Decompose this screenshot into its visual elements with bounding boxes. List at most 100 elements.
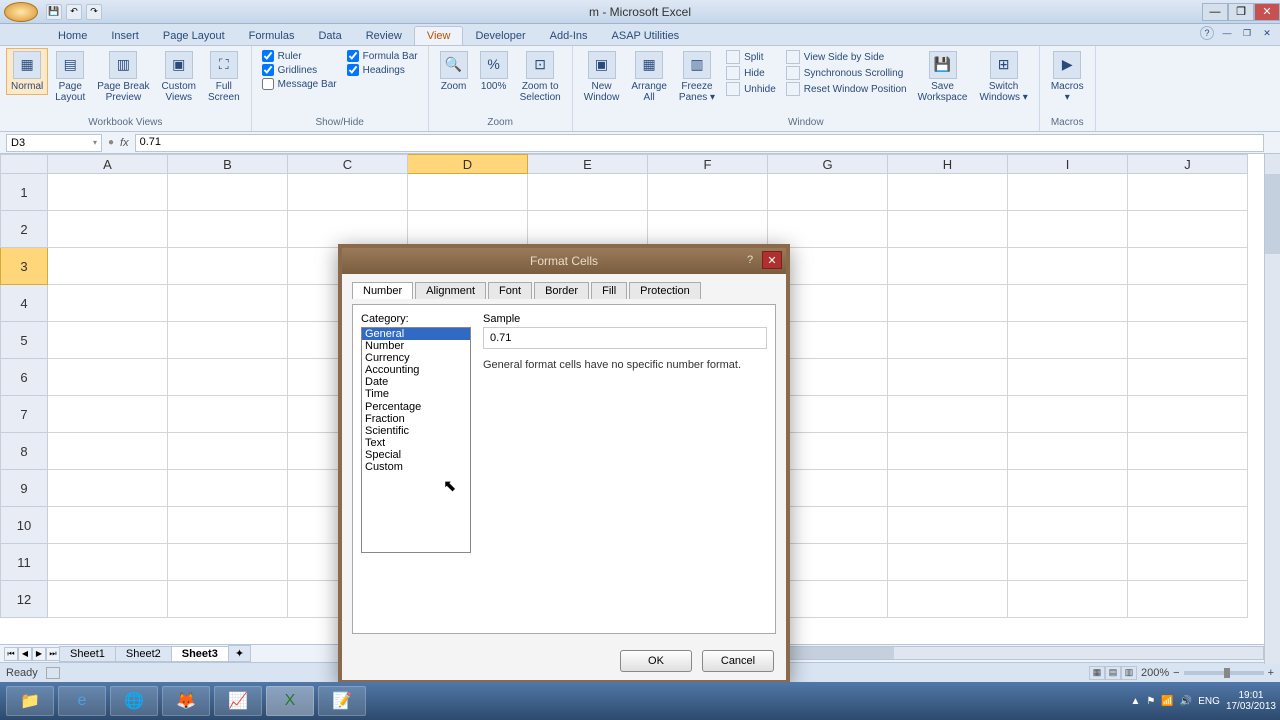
split-button[interactable]: Split	[726, 50, 776, 64]
cell[interactable]	[1008, 211, 1128, 248]
dlg-tab-protection[interactable]: Protection	[629, 282, 701, 299]
cell[interactable]	[1008, 359, 1128, 396]
arrange-all-button[interactable]: ▦Arrange All	[626, 48, 672, 106]
qat-save[interactable]: 💾	[46, 4, 62, 20]
cell[interactable]	[528, 174, 648, 211]
category-text[interactable]: Text	[362, 437, 470, 449]
cell[interactable]	[168, 285, 288, 322]
dlg-tab-font[interactable]: Font	[488, 282, 532, 299]
dialog-titlebar[interactable]: Format Cells ? ✕	[342, 248, 786, 274]
zoom-level[interactable]: 200%	[1141, 667, 1169, 679]
cell[interactable]	[48, 285, 168, 322]
sheet-tab-2[interactable]: Sheet2	[115, 646, 172, 662]
hide-button[interactable]: Hide	[726, 66, 776, 80]
page-layout-button[interactable]: ▤Page Layout	[50, 48, 90, 106]
category-currency[interactable]: Currency	[362, 352, 470, 364]
tray-clock[interactable]: 19:01 17/03/2013	[1226, 690, 1276, 712]
col-header-f[interactable]: F	[648, 154, 768, 174]
zoom-selection-button[interactable]: ⊡Zoom to Selection	[515, 48, 566, 106]
row-header-3[interactable]: 3	[0, 248, 48, 285]
cell[interactable]	[888, 322, 1008, 359]
cell[interactable]	[168, 544, 288, 581]
close-button[interactable]: ✕	[1254, 3, 1280, 21]
formula-bar-checkbox[interactable]: Formula Bar	[347, 50, 418, 62]
col-header-j[interactable]: J	[1128, 154, 1248, 174]
headings-checkbox[interactable]: Headings	[347, 64, 418, 76]
help-icon[interactable]: ?	[1200, 26, 1214, 40]
cell[interactable]	[1008, 433, 1128, 470]
tab-view[interactable]: View	[414, 26, 464, 45]
cell[interactable]	[48, 507, 168, 544]
category-general[interactable]: General	[362, 328, 470, 340]
cell[interactable]	[408, 211, 528, 248]
unhide-button[interactable]: Unhide	[726, 82, 776, 96]
col-header-g[interactable]: G	[768, 154, 888, 174]
cell[interactable]	[1008, 581, 1128, 618]
cell[interactable]	[48, 322, 168, 359]
category-time[interactable]: Time	[362, 388, 470, 400]
cell[interactable]	[168, 396, 288, 433]
cell[interactable]	[888, 470, 1008, 507]
task-excel[interactable]: X	[266, 686, 314, 716]
col-header-b[interactable]: B	[168, 154, 288, 174]
tab-asap[interactable]: ASAP Utilities	[600, 27, 692, 45]
view-side-by-side-button[interactable]: View Side by Side	[786, 50, 907, 64]
formula-bar[interactable]: 0.71	[135, 134, 1264, 152]
cell[interactable]	[1008, 248, 1128, 285]
tray-action-center-icon[interactable]: ⚑	[1146, 696, 1155, 707]
category-fraction[interactable]: Fraction	[362, 413, 470, 425]
row-header-2[interactable]: 2	[0, 211, 48, 248]
maximize-button[interactable]: ❐	[1228, 3, 1254, 21]
cell[interactable]	[888, 211, 1008, 248]
zoom-button[interactable]: 🔍Zoom	[435, 48, 473, 95]
cell[interactable]	[48, 470, 168, 507]
cell[interactable]	[1008, 174, 1128, 211]
cell[interactable]	[168, 581, 288, 618]
name-box[interactable]: D3	[6, 134, 102, 152]
row-header-10[interactable]: 10	[0, 507, 48, 544]
cell[interactable]	[888, 507, 1008, 544]
cell[interactable]	[888, 396, 1008, 433]
save-workspace-button[interactable]: 💾Save Workspace	[913, 48, 973, 106]
minimize-button[interactable]: —	[1202, 3, 1228, 21]
ruler-checkbox[interactable]: Ruler	[262, 50, 337, 62]
cell[interactable]	[1128, 581, 1248, 618]
category-custom[interactable]: Custom	[362, 461, 470, 473]
sheet-tab-1[interactable]: Sheet1	[59, 646, 116, 662]
tab-formulas[interactable]: Formulas	[237, 27, 307, 45]
cell[interactable]	[1008, 322, 1128, 359]
switch-windows-button[interactable]: ⊞Switch Windows ▾	[974, 48, 1032, 106]
page-break-preview-button[interactable]: ▥Page Break Preview	[92, 48, 154, 106]
cell[interactable]	[1128, 544, 1248, 581]
tray-lang[interactable]: ENG	[1198, 696, 1220, 707]
gridlines-checkbox[interactable]: Gridlines	[262, 64, 337, 76]
office-button[interactable]	[4, 2, 38, 22]
reset-window-button[interactable]: Reset Window Position	[786, 82, 907, 96]
zoom-out-button[interactable]: −	[1173, 667, 1179, 679]
sheet-nav-prev[interactable]: ◀	[18, 647, 32, 661]
zoom-100-button[interactable]: %100%	[475, 48, 513, 95]
cell[interactable]	[168, 359, 288, 396]
task-chrome[interactable]: 🌐	[110, 686, 158, 716]
cell[interactable]	[1128, 507, 1248, 544]
cell[interactable]	[888, 285, 1008, 322]
cell[interactable]	[288, 174, 408, 211]
dlg-tab-fill[interactable]: Fill	[591, 282, 627, 299]
cell[interactable]	[1128, 211, 1248, 248]
tab-insert[interactable]: Insert	[99, 27, 151, 45]
row-header-12[interactable]: 12	[0, 581, 48, 618]
task-app[interactable]: 📈	[214, 686, 262, 716]
view-shortcuts[interactable]: ▦▤▥	[1089, 666, 1137, 680]
qat-undo[interactable]: ↶	[66, 4, 82, 20]
ok-button[interactable]: OK	[620, 650, 692, 672]
message-bar-checkbox[interactable]: Message Bar	[262, 78, 337, 90]
cell[interactable]	[168, 470, 288, 507]
doc-restore[interactable]: ❐	[1240, 26, 1254, 40]
category-date[interactable]: Date	[362, 376, 470, 388]
vertical-scrollbar[interactable]	[1264, 154, 1280, 664]
cell[interactable]	[48, 581, 168, 618]
row-header-7[interactable]: 7	[0, 396, 48, 433]
cell[interactable]	[1128, 470, 1248, 507]
col-header-i[interactable]: I	[1008, 154, 1128, 174]
cell[interactable]	[168, 211, 288, 248]
